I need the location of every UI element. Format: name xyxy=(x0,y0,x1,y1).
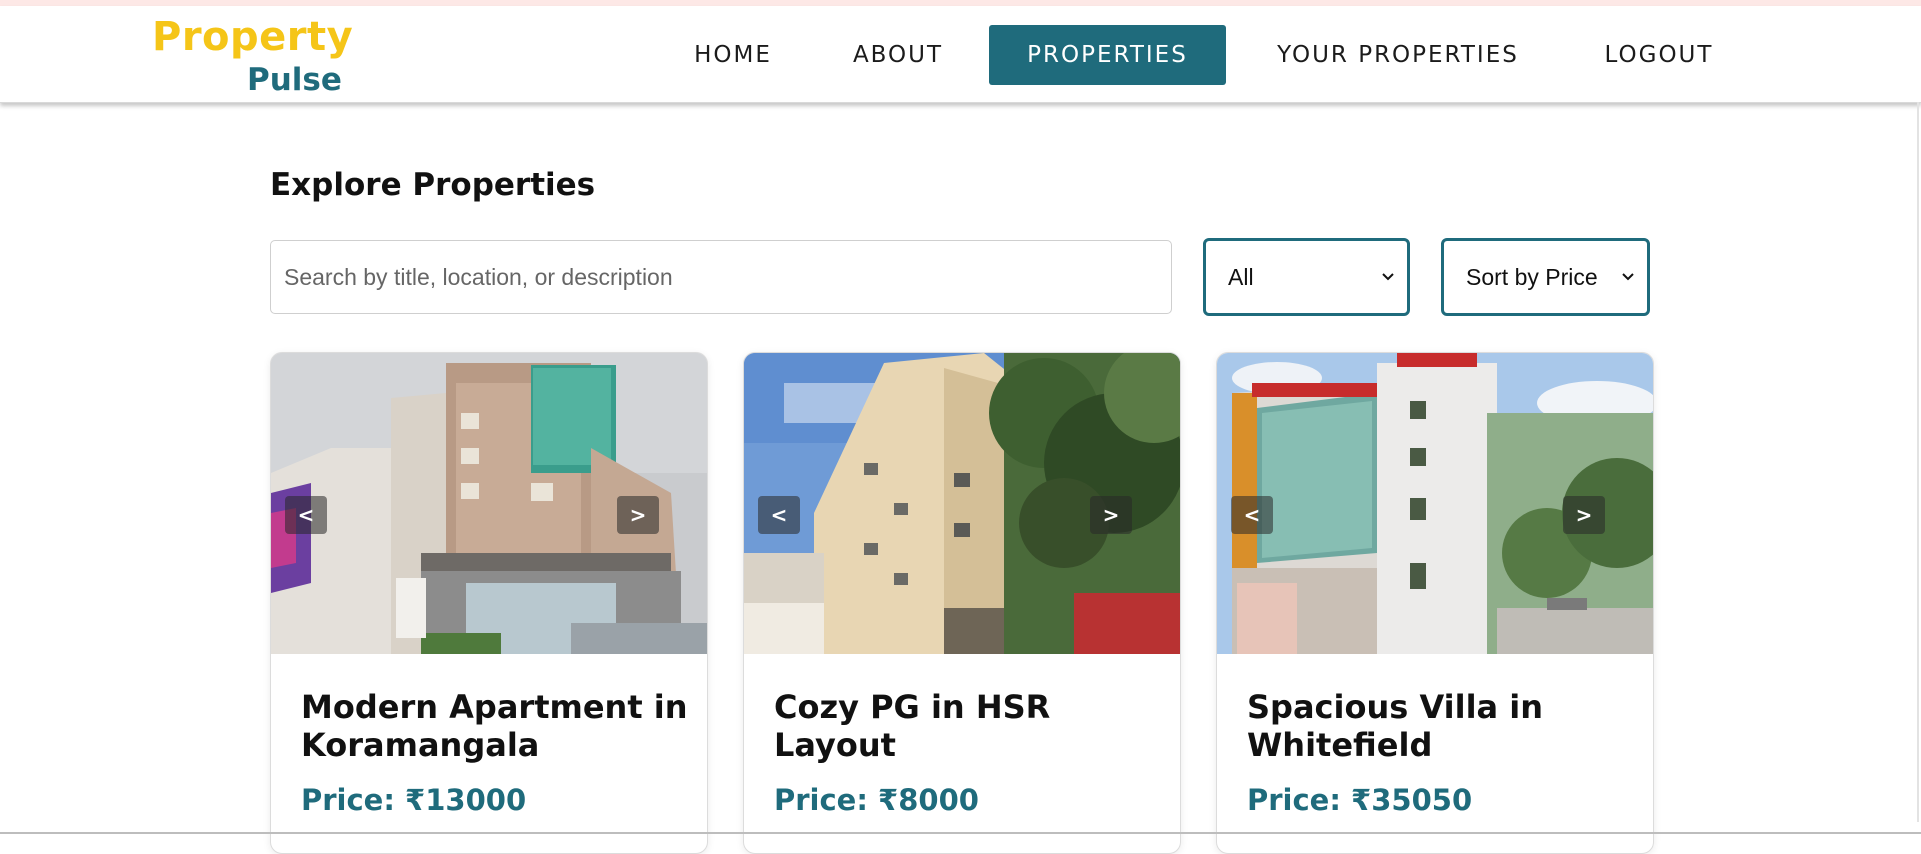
chevron-down-icon xyxy=(1622,273,1634,281)
property-title: Modern Apartment in Koramangala xyxy=(301,688,688,764)
nav-logout[interactable]: LOGOUT xyxy=(1588,25,1730,85)
page-title: Explore Properties xyxy=(270,167,596,203)
carousel-prev-button[interactable]: < xyxy=(1231,496,1273,534)
search-field xyxy=(270,240,1172,314)
carousel-next-button[interactable]: > xyxy=(1090,496,1132,534)
page-scrollbar-edge xyxy=(1917,102,1919,822)
property-title: Spacious Villa in Whitefield xyxy=(1247,688,1544,764)
sort-select[interactable]: Sort by Price xyxy=(1441,238,1650,316)
navbar: Property Pulse HOME ABOUT PROPERTIES YOU… xyxy=(0,6,1921,103)
brand-logo-top[interactable]: Property xyxy=(152,14,353,60)
type-filter-select[interactable]: All xyxy=(1203,238,1410,316)
nav-properties[interactable]: PROPERTIES xyxy=(989,25,1226,85)
nav-your-properties[interactable]: YOUR PROPERTIES xyxy=(1258,25,1538,85)
brand-logo-bottom[interactable]: Pulse xyxy=(247,62,342,98)
property-price: Price: ₹8000 xyxy=(774,783,979,817)
carousel-prev-button[interactable]: < xyxy=(285,496,327,534)
property-title: Cozy PG in HSR Layout xyxy=(774,688,1051,764)
carousel-next-button[interactable]: > xyxy=(617,496,659,534)
property-price: Price: ₹13000 xyxy=(301,783,527,817)
property-card[interactable]: < > Modern Apartment in Koramangala Pric… xyxy=(270,352,708,854)
chevron-down-icon xyxy=(1382,273,1394,281)
property-card[interactable]: < > Spacious Villa in Whitefield Price: … xyxy=(1216,352,1654,854)
carousel-prev-button[interactable]: < xyxy=(758,496,800,534)
sort-value: Sort by Price xyxy=(1466,264,1598,290)
carousel-next-button[interactable]: > xyxy=(1563,496,1605,534)
property-card[interactable]: < > Cozy PG in HSR Layout Price: ₹8000 xyxy=(743,352,1181,854)
type-filter-value: All xyxy=(1228,264,1254,290)
page-bottom-edge xyxy=(0,832,1921,834)
nav-about[interactable]: ABOUT xyxy=(830,25,966,85)
property-price: Price: ₹35050 xyxy=(1247,783,1473,817)
search-input[interactable] xyxy=(271,241,1171,313)
nav-home[interactable]: HOME xyxy=(668,25,798,85)
